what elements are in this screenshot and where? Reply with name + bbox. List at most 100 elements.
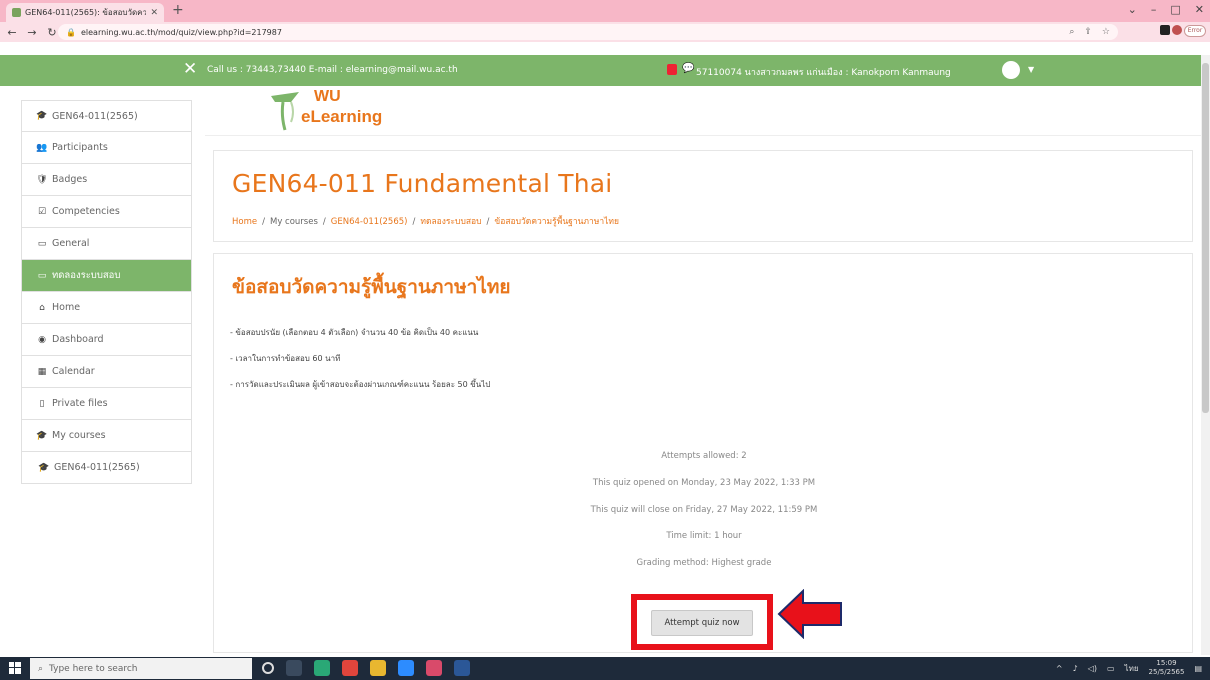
task-view-icon[interactable]	[286, 660, 302, 676]
browser-tab-bar: GEN64-011(2565): ข้อสอบวัดความ... ✕ + ⌄ …	[0, 0, 1210, 22]
sidebar-item-label: Home	[52, 302, 81, 313]
forward-button[interactable]: →	[24, 26, 40, 39]
sidebar-item-label: Calendar	[52, 366, 95, 377]
scrollbar-thumb[interactable]	[1202, 63, 1209, 413]
breadcrumb-course[interactable]: GEN64-011(2565)	[331, 217, 408, 227]
clock[interactable]: 15:09 25/5/2565	[1149, 659, 1185, 677]
zoom-app-icon[interactable]	[398, 660, 414, 676]
minimize-button[interactable]: –	[1151, 3, 1157, 16]
page-scrollbar[interactable]	[1201, 55, 1210, 655]
attempt-quiz-button[interactable]: Attempt quiz now	[651, 610, 753, 636]
chat-icon[interactable]: 💬	[682, 63, 694, 74]
sidebar-item-label: Dashboard	[52, 334, 104, 345]
quiz-close: This quiz will close on Friday, 27 May 2…	[590, 505, 818, 515]
sidebar-item-label: General	[52, 238, 90, 249]
language-indicator[interactable]: ไทย	[1125, 662, 1139, 675]
zoom-icon[interactable]: ⌕	[1069, 27, 1074, 37]
sidebar-item-label: Private files	[52, 398, 108, 409]
new-tab-button[interactable]: +	[172, 2, 184, 18]
breadcrumb-section[interactable]: ทดลองระบบสอบ	[420, 217, 481, 227]
volume-icon[interactable]: ◁)	[1088, 664, 1097, 673]
notification-center-icon[interactable]: ▤	[1194, 664, 1202, 673]
sidebar-item-course-link[interactable]: 🎓 GEN64-011(2565)	[21, 452, 192, 484]
checkbox-icon: ☑	[37, 206, 47, 217]
sidebar-item-home[interactable]: ⌂ Home	[21, 292, 192, 324]
chevron-up-icon[interactable]: ^	[1056, 664, 1063, 673]
quiz-title: ข้อสอบวัดความรู้พื้นฐานภาษาไทย	[232, 276, 511, 298]
sidebar-item-label: Competencies	[52, 206, 120, 217]
chrome-icon[interactable]	[342, 660, 358, 676]
url-text: elearning.wu.ac.th/mod/quiz/view.php?id=…	[80, 27, 282, 37]
cortana-icon[interactable]	[262, 662, 274, 674]
clock-date: 25/5/2565	[1148, 668, 1185, 676]
edge-icon[interactable]	[314, 660, 330, 676]
windows-start-icon[interactable]	[9, 662, 21, 674]
logo-elearning: eLearning	[301, 107, 383, 126]
breadcrumb-home[interactable]: Home	[232, 217, 257, 227]
sidebar-item-test-system[interactable]: ▭ ทดลองระบบสอบ	[21, 260, 192, 292]
close-window-button[interactable]: ✕	[1195, 3, 1204, 16]
site-header: ✕ Call us : 73443,73440 E-mail : elearni…	[0, 55, 1210, 86]
maximize-button[interactable]: □	[1170, 3, 1180, 16]
sidebar-item-calendar[interactable]: ▦ Calendar	[21, 356, 192, 388]
attempts-allowed: Attempts allowed: 2	[661, 451, 747, 461]
network-icon[interactable]: ▭	[1107, 664, 1115, 673]
file-icon: ▯	[39, 398, 45, 409]
folder-icon: ▭	[37, 238, 47, 249]
close-drawer-icon[interactable]: ✕	[183, 59, 197, 79]
word-icon[interactable]	[454, 660, 470, 676]
arrow-left-icon	[777, 589, 842, 639]
extension-icon[interactable]	[1160, 25, 1170, 35]
sidebar-item-course[interactable]: 🎓 GEN64-011(2565)	[21, 100, 192, 132]
browser-tab[interactable]: GEN64-011(2565): ข้อสอบวัดความ... ✕	[6, 3, 164, 22]
error-button[interactable]: Error	[1184, 25, 1206, 37]
share-icon[interactable]: ⇪	[1084, 27, 1092, 37]
sidebar-item-competencies[interactable]: ☑ Competencies	[21, 196, 192, 228]
highlight-box: Attempt quiz now	[631, 594, 773, 650]
intro-line: - การวัดและประเมินผล ผู้เข้าสอบจะต้องผ่า…	[230, 380, 491, 389]
breadcrumb-quiz[interactable]: ข้อสอบวัดความรู้พื้นฐานภาษาไทย	[494, 217, 619, 227]
contact-info: Call us : 73443,73440 E-mail : elearning…	[207, 65, 458, 75]
window-controls: ⌄ – □ ✕	[1128, 3, 1204, 16]
sidebar-item-dashboard[interactable]: ◉ Dashboard	[21, 324, 192, 356]
quiz-intro: - ข้อสอบปรนัย (เลือกตอบ 4 ตัวเลือก) จำนว…	[230, 320, 490, 398]
graduation-cap-logo-icon	[271, 92, 299, 131]
taskbar-search-input[interactable]: ⌕ Type here to search	[30, 658, 252, 679]
sidebar: 🎓 GEN64-011(2565) 👥 Participants 🛡 Badges ☑…	[21, 100, 192, 484]
sidebar-item-label: Badges	[52, 174, 88, 185]
avatar[interactable]	[1002, 61, 1020, 79]
dashboard-icon: ◉	[38, 334, 46, 345]
tab-title: GEN64-011(2565): ข้อสอบวัดความ...	[25, 8, 147, 17]
bookmark-star-icon[interactable]: ☆	[1102, 27, 1110, 37]
sidebar-item-participants[interactable]: 👥 Participants	[21, 132, 192, 164]
sidebar-item-badges[interactable]: 🛡 Badges	[21, 164, 192, 196]
home-icon: ⌂	[39, 302, 45, 313]
lock-icon[interactable]: 🔒	[66, 28, 76, 37]
profile-icon[interactable]	[1172, 25, 1182, 35]
course-header: GEN64-011 Fundamental Thai Home / My cours…	[213, 150, 1193, 242]
taskbar: ⌕ Type here to search ^ ♪ ◁) ▭ ไทย 15:09…	[0, 657, 1210, 680]
sidebar-item-private-files[interactable]: ▯ Private files	[21, 388, 192, 420]
logo-wu: WU	[314, 88, 341, 105]
intro-line: - เวลาในการทำข้อสอบ 60 นาที	[230, 354, 341, 363]
microphone-icon[interactable]: ♪	[1073, 664, 1078, 673]
users-icon: 👥	[36, 142, 48, 153]
chrome-profile-icon[interactable]	[426, 660, 442, 676]
sidebar-item-label: GEN64-011(2565)	[52, 110, 138, 122]
graduation-cap-icon: 🎓	[36, 111, 48, 121]
chevron-down-icon[interactable]: ▼	[1028, 65, 1034, 74]
address-bar[interactable]: 🔒 elearning.wu.ac.th/mod/quiz/view.php?i…	[58, 24, 1118, 40]
file-explorer-icon[interactable]	[370, 660, 386, 676]
user-name[interactable]: 57110074 นางสาวกมลพร แก่นเมือง : Kanokpo…	[696, 65, 951, 79]
page-title: GEN64-011 Fundamental Thai	[232, 169, 613, 198]
breadcrumb-my-courses[interactable]: My courses	[270, 217, 318, 227]
notification-badge[interactable]	[667, 64, 677, 75]
back-button[interactable]: ←	[4, 26, 20, 39]
browser-toolbar: ← → ↻ 🔒 elearning.wu.ac.th/mod/quiz/view…	[0, 22, 1210, 42]
tab-search-icon[interactable]: ⌄	[1128, 3, 1137, 16]
sidebar-item-my-courses[interactable]: 🎓 My courses	[21, 420, 192, 452]
close-tab-icon[interactable]: ✕	[150, 8, 158, 18]
graduation-cap-icon: 🎓	[38, 462, 50, 473]
grading-method: Grading method: Highest grade	[636, 558, 772, 568]
sidebar-item-general[interactable]: ▭ General	[21, 228, 192, 260]
